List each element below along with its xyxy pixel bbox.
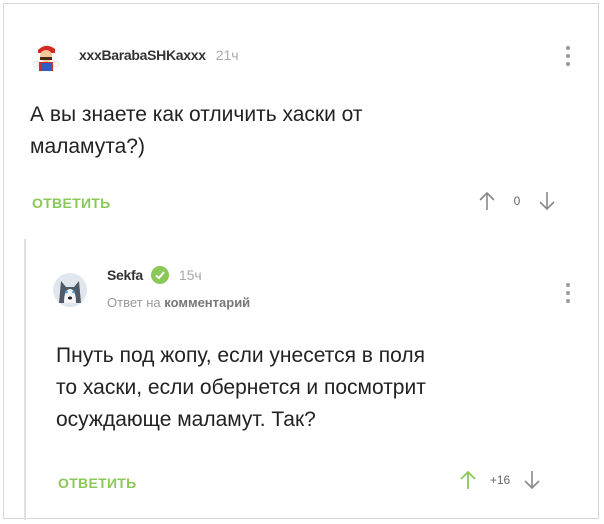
comment-text-line: маламута?) xyxy=(30,135,145,158)
reply-text-line: осуждающе маламут. Так? xyxy=(56,408,316,431)
username[interactable]: Sekfa xyxy=(107,267,143,283)
kebab-menu-icon[interactable] xyxy=(565,283,571,307)
reply-header: Sekfa 15ч xyxy=(107,266,202,284)
husky-avatar-icon[interactable] xyxy=(53,273,87,307)
comment-text: А вы знаете как отличить хаски от маламу… xyxy=(30,99,363,163)
reply-to[interactable]: Ответ на комментарий xyxy=(107,295,250,310)
reply-text-line: то хаски, если обернется и посмотрит xyxy=(56,376,426,399)
reply-button[interactable]: ОТВЕТИТЬ xyxy=(32,195,111,211)
timestamp: 21ч xyxy=(215,47,239,63)
comment-text-line: А вы знаете как отличить хаски от xyxy=(30,103,363,126)
arrow-up-icon[interactable] xyxy=(476,190,498,212)
reply-button[interactable]: ОТВЕТИТЬ xyxy=(58,475,137,491)
rating: +16 xyxy=(457,469,543,491)
comment: xxxBarabaSHKaxxx 21ч А вы знаете как отл… xyxy=(4,4,600,234)
reply-comment: Sekfa 15ч Ответ на комментарий Пнуть под… xyxy=(24,239,600,520)
verified-check-icon xyxy=(150,266,169,284)
reply-to-target[interactable]: комментарий xyxy=(164,295,250,310)
timestamp: 15ч xyxy=(178,267,202,283)
rating: 0 xyxy=(476,190,558,212)
kebab-menu-icon[interactable] xyxy=(565,46,571,70)
score: +16 xyxy=(489,473,511,487)
username[interactable]: xxxBarabaSHKaxxx xyxy=(79,47,206,63)
mario-avatar-icon[interactable] xyxy=(29,40,63,74)
reply-text: Пнуть под жопу, если унесется в поля то … xyxy=(56,340,426,436)
arrow-up-icon[interactable] xyxy=(457,469,479,491)
comment-thread: xxxBarabaSHKaxxx 21ч А вы знаете как отл… xyxy=(3,3,600,520)
score: 0 xyxy=(513,194,521,208)
comment-header: xxxBarabaSHKaxxx 21ч xyxy=(79,47,239,63)
arrow-down-icon[interactable] xyxy=(521,469,543,491)
reply-to-prefix: Ответ на xyxy=(107,295,161,310)
reply-text-line: Пнуть под жопу, если унесется в поля xyxy=(56,344,425,367)
arrow-down-icon[interactable] xyxy=(536,190,558,212)
